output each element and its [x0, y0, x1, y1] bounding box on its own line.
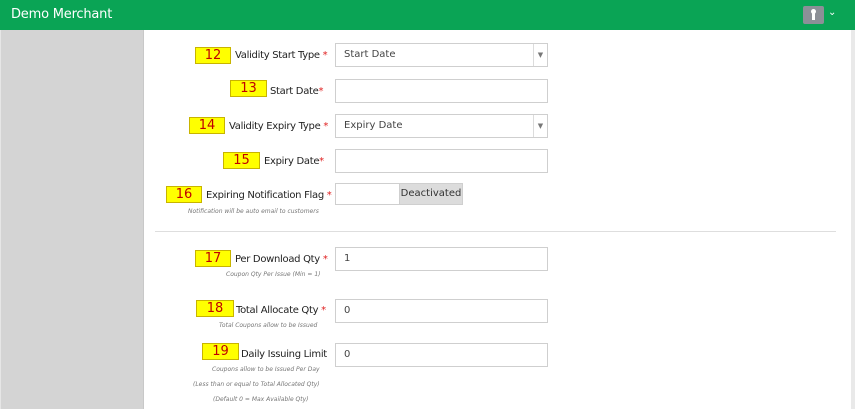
- validity-expiry-type-label-text: Validity Expiry Type: [229, 121, 321, 132]
- validity-start-type-label: Validity Start Type *: [235, 50, 328, 61]
- required-marker: *: [323, 121, 329, 132]
- annotation-tag-13: 13: [230, 80, 267, 97]
- dropdown-arrow-icon: ▼: [533, 115, 547, 137]
- total-allocate-qty-label-text: Total Allocate Qty: [236, 305, 319, 316]
- annotation-tag-19: 19: [202, 343, 239, 360]
- total-allocate-qty-label: Total Allocate Qty *: [236, 305, 326, 316]
- expiring-notification-flag-label: Expiring Notification Flag *: [206, 190, 332, 201]
- daily-issuing-limit-hint-3: (Default 0 = Max Available Qty): [213, 396, 309, 403]
- annotation-tag-18: 18: [196, 300, 234, 317]
- annotation-tag-15: 15: [223, 152, 260, 169]
- per-download-qty-label: Per Download Qty *: [235, 254, 328, 265]
- start-date-label: Start Date*: [270, 86, 324, 97]
- dropdown-arrow-icon: ▼: [533, 44, 547, 66]
- validity-expiry-type-value: Expiry Date: [344, 120, 403, 131]
- required-marker: *: [319, 156, 324, 167]
- notification-flag-state[interactable]: Deactivated: [399, 183, 463, 205]
- start-date-input[interactable]: [335, 79, 548, 103]
- annotation-tag-17: 17: [195, 250, 231, 267]
- validity-expiry-type-label: Validity Expiry Type *: [229, 121, 328, 132]
- per-download-qty-hint: Coupon Qty Per Issue (Min = 1): [226, 271, 321, 278]
- validity-start-type-select[interactable]: Start Date ▼: [335, 43, 548, 67]
- daily-issuing-limit-hint-1: Coupons allow to be Issued Per Day: [212, 366, 320, 373]
- validity-start-type-label-text: Validity Start Type: [235, 50, 320, 61]
- total-allocate-qty-hint: Total Coupons allow to be Issued: [219, 322, 318, 329]
- expiry-date-input[interactable]: [335, 149, 548, 173]
- required-marker: *: [322, 254, 328, 265]
- right-scroll-edge: [851, 30, 855, 409]
- sidebar: [0, 30, 143, 409]
- expiring-notification-flag-hint: Notification will be auto email to custo…: [188, 208, 319, 215]
- top-navbar: Demo Merchant ⌄: [0, 0, 855, 30]
- start-date-label-text: Start Date: [270, 86, 319, 97]
- total-allocate-qty-input[interactable]: 0: [335, 299, 548, 323]
- expiry-date-label-text: Expiry Date: [264, 156, 320, 167]
- annotation-tag-16: 16: [166, 186, 202, 203]
- expiring-notification-flag-label-text: Expiring Notification Flag: [206, 190, 324, 201]
- section-divider: [155, 231, 836, 232]
- annotation-tag-12: 12: [195, 47, 231, 64]
- expiry-date-label: Expiry Date*: [264, 156, 324, 167]
- key-icon-stem: [812, 12, 815, 20]
- chevron-down-icon[interactable]: ⌄: [828, 7, 836, 18]
- per-download-qty-label-text: Per Download Qty: [235, 254, 320, 265]
- required-marker: *: [326, 190, 332, 201]
- required-marker: *: [318, 86, 324, 97]
- per-download-qty-input[interactable]: 1: [335, 247, 548, 271]
- app-title: Demo Merchant: [11, 7, 113, 22]
- daily-issuing-limit-input[interactable]: 0: [335, 343, 548, 367]
- required-marker: *: [322, 50, 328, 61]
- daily-issuing-limit-label: Daily Issuing Limit: [241, 349, 327, 360]
- annotation-tag-14: 14: [189, 117, 225, 134]
- daily-issuing-limit-hint-2: (Less than or equal to Total Allocated Q…: [193, 381, 320, 388]
- validity-expiry-type-select[interactable]: Expiry Date ▼: [335, 114, 548, 138]
- key-icon[interactable]: [803, 6, 824, 24]
- required-marker: *: [321, 305, 326, 316]
- validity-start-type-value: Start Date: [344, 49, 396, 60]
